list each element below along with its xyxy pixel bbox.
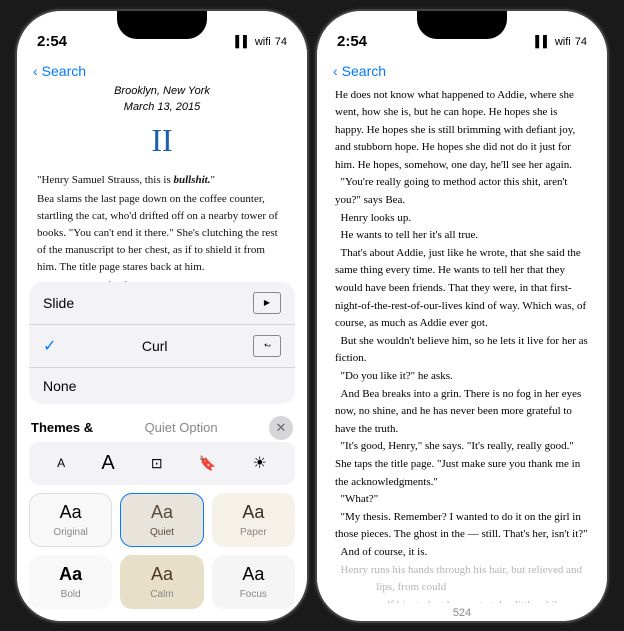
right-battery-icon: 74 [575, 36, 587, 48]
left-phone: 2:54 ▌▌ wifi 74 ‹ Search Brooklyn, New Y… [17, 11, 307, 621]
right-chevron-left-icon: ‹ [333, 63, 338, 79]
bookmark-button[interactable]: 🔖 [193, 451, 222, 476]
font-style-button[interactable]: ⊡ [145, 451, 169, 476]
themes-grid: Aa Original Aa Quiet Aa Paper Aa Bold Aa [17, 493, 307, 621]
book-chapter: II [37, 116, 287, 164]
back-button[interactable]: ‹ Search [33, 63, 291, 79]
check-icon: ✓ [43, 336, 56, 356]
themes-title: Themes & [31, 420, 93, 435]
font-increase-button[interactable]: A [95, 448, 120, 479]
theme-original[interactable]: Aa Original [29, 493, 112, 547]
notch [117, 11, 207, 39]
back-label: Search [42, 63, 86, 79]
right-para-2: "You're really going to method actor thi… [335, 174, 589, 209]
quiet-option-label: Quiet Option [145, 420, 218, 435]
theme-calm-text: Aa [151, 564, 173, 585]
themes-header: Themes & Quiet Option ✕ [17, 412, 307, 442]
right-para-12: And of course, it is. [335, 544, 589, 562]
right-para-5: That's about Addie, just like he wrote, … [335, 245, 589, 333]
book-content-right: He does not know what happened to Addie,… [317, 83, 607, 603]
theme-calm[interactable]: Aa Calm [120, 555, 203, 609]
theme-bold[interactable]: Aa Bold [29, 555, 112, 609]
theme-paper-text: Aa [242, 502, 264, 523]
theme-focus-text: Aa [242, 564, 264, 585]
theme-quiet[interactable]: Aa Quiet [120, 493, 203, 547]
book-date: March 13, 2015 [37, 99, 287, 116]
theme-quiet-text: Aa [151, 502, 173, 523]
right-notch [417, 11, 507, 39]
curl-label: Curl [142, 338, 168, 354]
theme-original-text: Aa [60, 502, 82, 523]
font-toolbar: A A ⊡ 🔖 ☀ [29, 442, 295, 485]
transition-menu: Slide ▶ ✓ Curl ↩ None [29, 282, 295, 404]
curl-option[interactable]: ✓ Curl ↩ [29, 325, 295, 368]
theme-bold-text: Aa [59, 564, 82, 585]
theme-quiet-label: Quiet [150, 527, 174, 538]
book-location: Brooklyn, New York [37, 83, 287, 100]
slide-icon: ▶ [253, 292, 281, 314]
right-back-button[interactable]: ‹ Search [333, 63, 591, 79]
theme-focus[interactable]: Aa Focus [212, 555, 295, 609]
wifi-icon: wifi [255, 36, 271, 48]
left-nav-bar: ‹ Search [17, 59, 307, 83]
bottom-panel: Slide ▶ ✓ Curl ↩ None [17, 282, 307, 621]
theme-focus-label: Focus [240, 589, 267, 600]
right-status-icons: ▌▌ wifi 74 [535, 36, 587, 48]
theme-calm-label: Calm [150, 589, 173, 600]
slide-option[interactable]: Slide ▶ [29, 282, 295, 325]
close-button[interactable]: ✕ [269, 416, 293, 440]
right-nav-bar: ‹ Search [317, 59, 607, 83]
right-para-7: "Do you like it?" he asks. [335, 368, 589, 386]
left-status-icons: ▌▌ wifi 74 [235, 36, 287, 48]
left-status-bar: 2:54 ▌▌ wifi 74 [17, 11, 307, 59]
right-time: 2:54 [337, 33, 367, 50]
theme-original-label: Original [53, 527, 87, 538]
battery-icon: 74 [275, 36, 287, 48]
theme-paper-label: Paper [240, 527, 267, 538]
right-para-blurred-2: pay off his student loans, stretch a lit… [335, 597, 589, 603]
brightness-button[interactable]: ☀ [247, 449, 273, 477]
none-option[interactable]: None [29, 368, 295, 404]
chevron-left-icon: ‹ [33, 63, 38, 79]
left-time: 2:54 [37, 33, 67, 50]
right-para-4: He wants to tell her it's all true. [335, 227, 589, 245]
theme-bold-label: Bold [61, 589, 81, 600]
right-para-3: Henry looks up. [335, 210, 589, 228]
font-decrease-button[interactable]: A [51, 452, 71, 474]
right-para-blurred-1: Henry runs his hands through his hair, b… [335, 562, 589, 597]
right-para-10: "What?" [335, 491, 589, 509]
right-status-bar: 2:54 ▌▌ wifi 74 [317, 11, 607, 59]
book-header: Brooklyn, New York March 13, 2015 II [37, 83, 287, 164]
right-back-label: Search [342, 63, 386, 79]
page-number: 524 [317, 603, 607, 621]
right-phone: 2:54 ▌▌ wifi 74 ‹ Search He does not kno… [317, 11, 607, 621]
right-para-8: And Bea breaks into a grin. There is no … [335, 386, 589, 439]
right-para-9: "It's good, Henry," she says. "It's real… [335, 438, 589, 491]
right-wifi-icon: wifi [555, 36, 571, 48]
curl-icon: ↩ [253, 335, 281, 357]
slide-label: Slide [43, 295, 74, 311]
signal-icon: ▌▌ [235, 36, 251, 48]
right-para-1: He does not know what happened to Addie,… [335, 87, 589, 175]
theme-paper[interactable]: Aa Paper [212, 493, 295, 547]
right-para-6: But she wouldn't believe him, so he lets… [335, 333, 589, 368]
right-para-11: "My thesis. Remember? I wanted to do it … [335, 509, 589, 544]
right-signal-icon: ▌▌ [535, 36, 551, 48]
none-label: None [43, 378, 76, 394]
